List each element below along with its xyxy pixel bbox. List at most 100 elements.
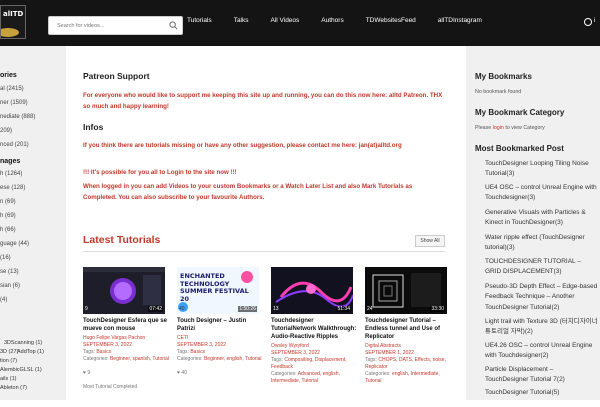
tag-item[interactable]: AddTop (1) [17, 349, 44, 355]
tutorial-author[interactable]: Hugo Felipe Vargas Pachon [83, 335, 169, 342]
search-icon[interactable] [169, 21, 178, 30]
video-thumbnail[interactable]: ENCHANTED TECHNOLOGY SUMMER FESTIVAL 20 … [177, 267, 259, 314]
nav-alltdinstagram[interactable]: allTDInstagram [438, 17, 482, 29]
category-item[interactable]: nediate (888) [0, 114, 35, 120]
language-item[interactable]: h (69) [0, 213, 16, 219]
heart-icon: ♥ [83, 370, 86, 376]
video-duration: 51:34 [336, 306, 351, 312]
category-item[interactable]: nced (201) [0, 142, 29, 148]
infos-title: Infos [83, 122, 104, 132]
bookmarked-post[interactable]: TouchDesigner Looping Tiling Noise Tutor… [485, 159, 598, 180]
tutorial-title[interactable]: Touchdesigner Tutorial – Endless tunnel … [365, 317, 451, 341]
tutorial-card[interactable]: 24 33:30 Touchdesigner Tutorial – Endles… [365, 267, 447, 407]
search-box[interactable] [48, 16, 183, 35]
tag-item[interactable]: Ableton (7) [0, 385, 27, 391]
category-item[interactable]: al (2415) [0, 86, 24, 92]
nav-authors[interactable]: Authors [321, 17, 343, 29]
language-item[interactable]: ese (128) [0, 185, 25, 191]
nav-tutorials[interactable]: Tutorials [187, 17, 212, 29]
bookmark-category-heading: My Bookmark Category [475, 108, 565, 117]
logo-swoosh-icon [1, 28, 19, 37]
categories-label: Categories: [83, 356, 109, 362]
categories-links[interactable]: Beginner, english, Tutorial [204, 356, 262, 362]
tutorial-categories: Categories: Advanced, english, Intermedi… [271, 371, 357, 384]
video-thumbnail[interactable]: 9 07:42 [83, 267, 165, 314]
bookmarked-post[interactable]: TOUCHDESIGNER TUTORIAL – GRID DISPLACEME… [485, 257, 598, 278]
like-row[interactable]: ♥ 40 [177, 370, 263, 377]
tutorial-title[interactable]: Touch Designer – Justin Patrizi [177, 317, 263, 333]
show-all-button[interactable]: Show All [415, 235, 445, 247]
site-logo[interactable]: alITD [0, 5, 26, 39]
categories-label: Categories: [365, 371, 391, 377]
tag-item[interactable]: ails (1) [0, 376, 17, 382]
patreon-text[interactable]: For everyone who would like to support m… [83, 90, 443, 112]
site-logo-text: alITD [3, 10, 24, 18]
like-count: 40 [181, 370, 187, 376]
more-label: Most Tutorial Completed [83, 384, 138, 390]
tutorial-card[interactable]: 9 07:42 TouchDesigner Esfera que se muev… [83, 267, 169, 407]
bookmarked-post[interactable]: Light trail with Texture 3D (터치디자이너 튜토리얼… [485, 317, 598, 338]
category-item[interactable]: 209) [0, 128, 12, 134]
tutorial-title[interactable]: Touchdesigner TutorialNetwork Walkthroug… [271, 317, 357, 341]
tag-item[interactable]: 3DScanning (1) [4, 340, 42, 346]
tags-label: Tags: [83, 349, 95, 355]
like-row[interactable]: ♥ 9 [83, 370, 169, 377]
tutorial-card[interactable]: 13 51:34 Touchdesigner TutorialNetwork W… [271, 267, 356, 407]
search-input[interactable] [57, 20, 167, 32]
video-thumbnail[interactable]: 24 33:30 [365, 267, 447, 314]
language-item[interactable]: se (13) [0, 269, 19, 275]
nav-tdwebsitesfeed[interactable]: TDWebsitesFeed [366, 17, 416, 29]
tutorial-categories: Categories: english, Intermediate, Tutor… [365, 371, 451, 384]
nav-all-videos[interactable]: All Videos [271, 17, 300, 29]
language-item[interactable]: sian (6) [0, 283, 20, 289]
infos-login-text: !!! It's possible for you all to Login t… [83, 169, 237, 176]
account-menu[interactable]: i [584, 17, 600, 29]
language-item[interactable]: (16) [0, 255, 11, 261]
tutorial-author[interactable]: Owsley Wyryford [271, 343, 357, 350]
latest-divider [83, 251, 445, 252]
thumbnail-text: ENCHANTED TECHNOLOGY SUMMER FESTIVAL 20 [180, 272, 249, 303]
tutorial-title[interactable]: TouchDesigner Esfera que se mueve con mo… [83, 317, 169, 333]
bookmarked-post[interactable]: Water ripple effect (TouchDesigner tutor… [485, 233, 598, 254]
tags-links[interactable]: Basics [190, 349, 205, 355]
login-post: to view Category [505, 125, 545, 131]
tag-item[interactable]: 3D (27) [0, 349, 18, 355]
categories-heading: ories [0, 72, 17, 79]
bookmarked-post[interactable]: UE4.26 OSC – control Unreal Engine with … [485, 341, 598, 362]
tutorial-author[interactable]: Digital Abstracts [365, 343, 451, 350]
tags-links[interactable]: CHOPS, DATS, Effects, noise, Replicator [365, 357, 446, 370]
tags-links[interactable]: Compositing, Displacement, Feedback [271, 357, 347, 370]
right-sidebar: My Bookmarks No bookmark found My Bookma… [466, 46, 600, 400]
language-item[interactable]: h (66) [0, 227, 16, 233]
language-item[interactable]: guage (44) [0, 241, 29, 247]
latest-tutorials-heading: Latest Tutorials [83, 234, 161, 246]
language-item[interactable]: h (1264) [0, 171, 22, 177]
categories-label: Categories: [271, 371, 297, 377]
bookmarked-post[interactable]: TouchDesigner Tutorial(5) [485, 388, 598, 398]
categories-links[interactable]: Beginner, spanish, Tutorial [110, 356, 169, 362]
video-duration: 33:30 [430, 306, 445, 312]
language-item[interactable]: n (69) [0, 199, 16, 205]
tutorial-categories: Categories: Beginner, spanish, Tutorial [83, 356, 169, 363]
nav-talks[interactable]: Talks [234, 17, 249, 29]
tag-item[interactable]: tion (7) [0, 358, 17, 364]
view-count: 9 [85, 306, 88, 312]
bookmarked-post[interactable]: Pseudo-3D Depth Effect – Edge-based Feed… [485, 282, 598, 313]
category-item[interactable]: ner (1509) [0, 100, 28, 106]
bookmarked-post[interactable]: Particle Displacement – TouchDesigner Tu… [485, 365, 598, 386]
bookmarked-post[interactable]: UE4 OSC – control Unreal Engine with Tou… [485, 183, 598, 204]
tutorial-author[interactable]: CETI [177, 335, 263, 342]
bookmarked-post[interactable]: Generative Visuals with Particles & Kine… [485, 208, 598, 229]
main-content: Patreon Support For everyone who would l… [66, 46, 466, 400]
most-bookmarked-heading: Most Bookmarked Post [475, 144, 564, 153]
language-item[interactable]: (4) [0, 297, 7, 303]
tutorial-card[interactable]: ENCHANTED TECHNOLOGY SUMMER FESTIVAL 20 … [177, 267, 262, 407]
tags-links[interactable]: Basics [96, 349, 111, 355]
account-label: i [594, 17, 596, 24]
view-count: 40 [179, 306, 185, 312]
video-thumbnail[interactable]: 13 51:34 [271, 267, 353, 314]
tags-label: Tags: [177, 349, 189, 355]
login-link[interactable]: login [493, 125, 504, 131]
left-sidebar: ories al (2415) ner (1509) nediate (888)… [0, 46, 66, 400]
tag-item[interactable]: AlembicGLSL (1) [0, 367, 42, 373]
